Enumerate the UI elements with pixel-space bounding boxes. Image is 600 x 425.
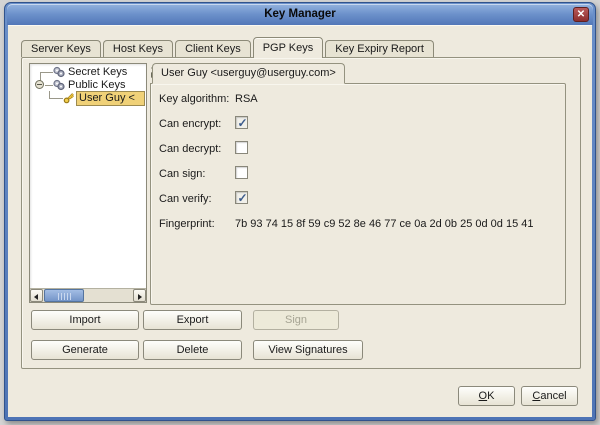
fingerprint-value: 7b 93 74 15 8f 59 c9 52 8e 46 77 ce 0a 2… [235, 218, 533, 230]
cancel-button[interactable]: Cancel [521, 386, 578, 406]
tab-pgp-keys[interactable]: PGP Keys [253, 37, 324, 58]
can-verify-checkbox[interactable] [235, 191, 248, 204]
ok-button-label: OK [459, 387, 514, 405]
tree-horizontal-scrollbar[interactable] [30, 288, 146, 302]
key-details-panel: Key algorithm: RSA Can encrypt: Can decr… [150, 83, 566, 305]
can-decrypt-checkbox[interactable] [235, 141, 248, 154]
can-decrypt-label: Can decrypt: [159, 143, 221, 155]
can-sign-checkbox[interactable] [235, 166, 248, 179]
gold-key-icon [63, 92, 75, 104]
tab-bar: Server Keys Host Keys Client Keys PGP Ke… [21, 37, 434, 57]
fingerprint-label: Fingerprint: [159, 218, 215, 230]
key-manager-window: Key Manager ✕ Server Keys Host Keys Clie… [4, 2, 596, 421]
tab-client-keys[interactable]: Client Keys [175, 40, 251, 57]
sign-button: Sign [253, 310, 339, 330]
key-algorithm-label: Key algorithm: [159, 93, 229, 105]
can-encrypt-label: Can encrypt: [159, 118, 221, 130]
key-algorithm-value: RSA [235, 93, 258, 105]
left-triangle-icon [34, 294, 38, 300]
generate-button[interactable]: Generate [31, 340, 139, 360]
tree-selected-item-label: User Guy < [76, 91, 145, 106]
tree-item-label: Secret Keys [68, 66, 127, 79]
tab-key-expiry-report[interactable]: Key Expiry Report [325, 40, 434, 57]
ok-button[interactable]: OK [458, 386, 515, 406]
close-icon[interactable]: ✕ [573, 7, 589, 22]
tab-host-keys[interactable]: Host Keys [103, 40, 173, 57]
keyring-icon [53, 79, 65, 91]
delete-button[interactable]: Delete [143, 340, 242, 360]
can-sign-label: Can sign: [159, 168, 205, 180]
export-button[interactable]: Export [143, 310, 242, 330]
tree-item-secret-keys[interactable]: Secret Keys [30, 66, 127, 79]
tree-item-user-guy[interactable]: User Guy < [30, 92, 146, 105]
scroll-left-arrow-icon[interactable] [30, 289, 43, 302]
window-title: Key Manager [7, 4, 593, 25]
dialog-content: Server Keys Host Keys Client Keys PGP Ke… [8, 25, 592, 417]
can-encrypt-checkbox[interactable] [235, 116, 248, 129]
cancel-button-label: Cancel [522, 387, 577, 405]
tab-server-keys[interactable]: Server Keys [21, 40, 101, 57]
keyring-icon [53, 66, 65, 78]
key-tree[interactable]: Secret Keys Public Keys [29, 63, 147, 303]
view-signatures-button[interactable]: View Signatures [253, 340, 363, 360]
key-details-tab[interactable]: User Guy <userguy@userguy.com> [152, 63, 345, 84]
titlebar[interactable]: Key Manager ✕ [7, 4, 593, 25]
import-button[interactable]: Import [31, 310, 139, 330]
scrollbar-thumb[interactable] [44, 289, 84, 302]
can-verify-label: Can verify: [159, 193, 212, 205]
right-triangle-icon [138, 294, 142, 300]
scroll-right-arrow-icon[interactable] [133, 289, 146, 302]
